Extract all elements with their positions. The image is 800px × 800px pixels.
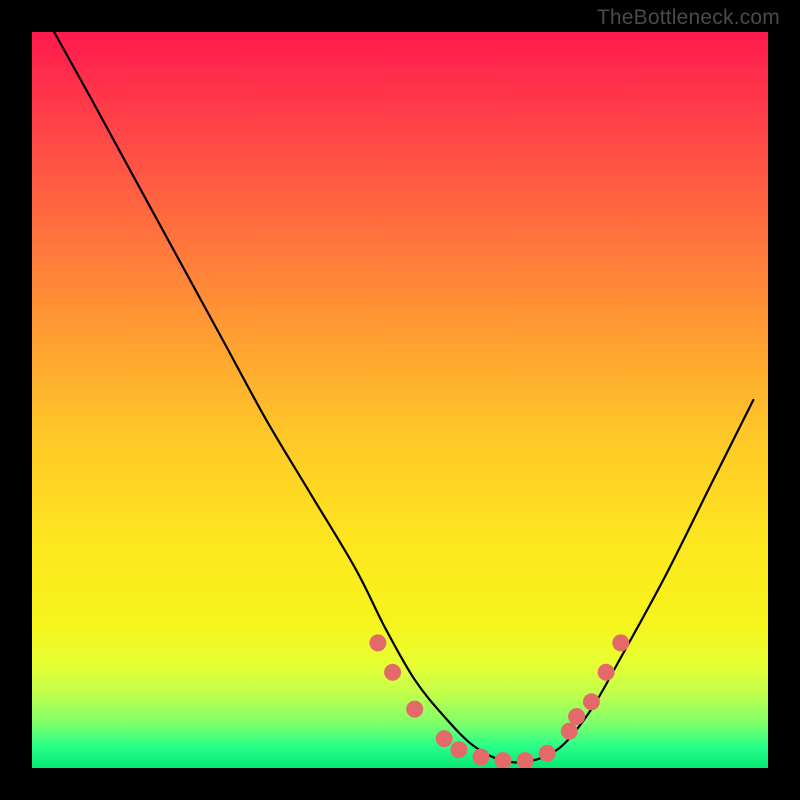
marker-point [369,634,386,651]
marker-point [517,752,534,768]
marker-point [598,664,615,681]
curve-markers [369,634,629,768]
marker-point [473,749,490,766]
marker-point [539,745,556,762]
marker-point [384,664,401,681]
marker-point [612,634,629,651]
watermark-text: TheBottleneck.com [597,6,780,30]
bottleneck-curve [54,32,753,762]
plot-svg [32,32,768,768]
marker-point [406,701,423,718]
marker-point [436,730,453,747]
marker-point [495,752,512,768]
plot-area [32,32,768,768]
marker-point [450,741,467,758]
marker-point [561,723,578,740]
marker-point [568,708,585,725]
chart-frame: TheBottleneck.com [0,0,800,800]
marker-point [583,693,600,710]
